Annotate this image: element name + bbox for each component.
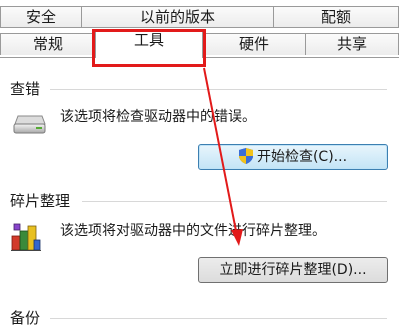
properties-dialog: 安全 以前的版本 配额 常规 工具 硬件 共享 查错 该选项将检查驱动器中的错误… (0, 0, 399, 335)
annotation-arrow (203, 67, 243, 246)
